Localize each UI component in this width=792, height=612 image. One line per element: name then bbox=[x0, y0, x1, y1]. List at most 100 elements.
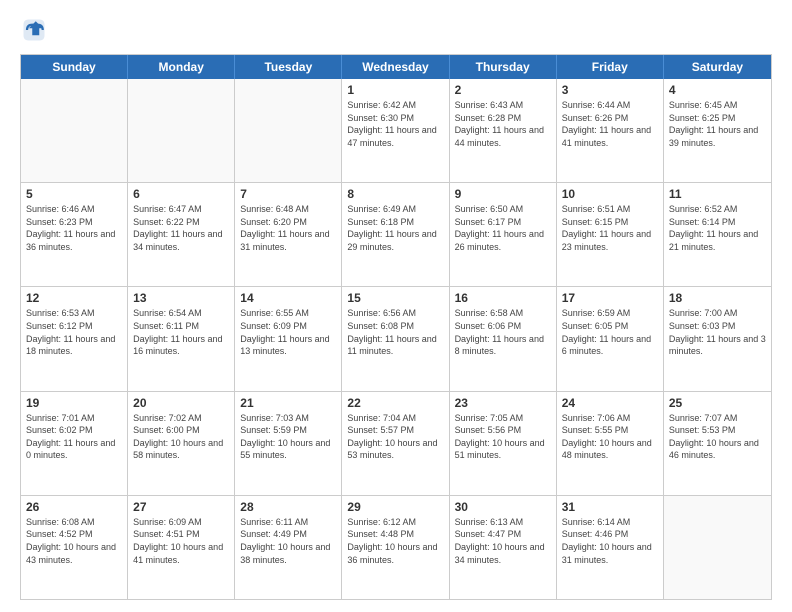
day-info: Sunrise: 6:12 AM Sunset: 4:48 PM Dayligh… bbox=[347, 516, 443, 566]
day-cell-3: 3 Sunrise: 6:44 AM Sunset: 6:26 PM Daylig… bbox=[557, 79, 664, 182]
day-cell-1: 1 Sunrise: 6:42 AM Sunset: 6:30 PM Daylig… bbox=[342, 79, 449, 182]
day-cell-23: 23Sunrise: 7:05 AM Sunset: 5:56 PM Dayli… bbox=[450, 392, 557, 495]
day-cell-31: 31 Sunrise: 6:14 AM Sunset: 4:46 PM Dayli… bbox=[557, 496, 664, 599]
day-info: Sunrise: 7:01 AM Sunset: 6:02 PM Dayligh… bbox=[26, 412, 122, 462]
day-cell-14: 14 Sunrise: 6:55 AM Sunset: 6:09 PM Dayli… bbox=[235, 287, 342, 390]
day-info: Sunrise: 6:52 AM Sunset: 6:14 PM Dayligh… bbox=[669, 203, 766, 253]
day-cell-19: 19 Sunrise: 7:01 AM Sunset: 6:02 PM Dayli… bbox=[21, 392, 128, 495]
day-cell-6: 6 Sunrise: 6:47 AM Sunset: 6:22 PM Daylig… bbox=[128, 183, 235, 286]
day-info: Sunrise: 7:03 AM Sunset: 5:59 PM Dayligh… bbox=[240, 412, 336, 462]
day-info: Sunrise: 6:55 AM Sunset: 6:09 PM Dayligh… bbox=[240, 307, 336, 357]
day-info: Sunrise: 6:44 AM Sunset: 6:26 PM Dayligh… bbox=[562, 99, 658, 149]
day-cell-11: 11Sunrise: 6:52 AM Sunset: 6:14 PM Dayli… bbox=[664, 183, 771, 286]
logo bbox=[20, 16, 52, 44]
day-info: Sunrise: 6:49 AM Sunset: 6:18 PM Dayligh… bbox=[347, 203, 443, 253]
day-cell-15: 15 Sunrise: 6:56 AM Sunset: 6:08 PM Dayli… bbox=[342, 287, 449, 390]
weekday-header-sunday: Sunday bbox=[21, 55, 128, 79]
day-cell-22: 22 Sunrise: 7:04 AM Sunset: 5:57 PM Dayli… bbox=[342, 392, 449, 495]
weekday-header-thursday: Thursday bbox=[450, 55, 557, 79]
day-info: Sunrise: 6:09 AM Sunset: 4:51 PM Dayligh… bbox=[133, 516, 229, 566]
weekday-header-friday: Friday bbox=[557, 55, 664, 79]
day-cell-empty-4-6 bbox=[664, 496, 771, 599]
day-number: 6 bbox=[133, 187, 229, 201]
day-info: Sunrise: 6:59 AM Sunset: 6:05 PM Dayligh… bbox=[562, 307, 658, 357]
weekday-header-tuesday: Tuesday bbox=[235, 55, 342, 79]
day-number: 23 bbox=[455, 396, 551, 410]
day-cell-27: 27 Sunrise: 6:09 AM Sunset: 4:51 PM Dayli… bbox=[128, 496, 235, 599]
day-info: Sunrise: 7:06 AM Sunset: 5:55 PM Dayligh… bbox=[562, 412, 658, 462]
day-number: 1 bbox=[347, 83, 443, 97]
day-number: 10 bbox=[562, 187, 658, 201]
day-info: Sunrise: 6:08 AM Sunset: 4:52 PM Dayligh… bbox=[26, 516, 122, 566]
header bbox=[20, 16, 772, 44]
day-number: 3 bbox=[562, 83, 658, 97]
day-cell-30: 30 Sunrise: 6:13 AM Sunset: 4:47 PM Dayli… bbox=[450, 496, 557, 599]
week-row-2: 5 Sunrise: 6:46 AM Sunset: 6:23 PM Daylig… bbox=[21, 183, 771, 287]
day-info: Sunrise: 6:43 AM Sunset: 6:28 PM Dayligh… bbox=[455, 99, 551, 149]
day-number: 16 bbox=[455, 291, 551, 305]
day-info: Sunrise: 7:02 AM Sunset: 6:00 PM Dayligh… bbox=[133, 412, 229, 462]
day-number: 14 bbox=[240, 291, 336, 305]
day-number: 22 bbox=[347, 396, 443, 410]
calendar-body: 1 Sunrise: 6:42 AM Sunset: 6:30 PM Daylig… bbox=[21, 79, 771, 599]
day-number: 26 bbox=[26, 500, 122, 514]
day-info: Sunrise: 6:51 AM Sunset: 6:15 PM Dayligh… bbox=[562, 203, 658, 253]
day-cell-empty-0-1 bbox=[128, 79, 235, 182]
day-number: 5 bbox=[26, 187, 122, 201]
page: SundayMondayTuesdayWednesdayThursdayFrid… bbox=[0, 0, 792, 612]
day-info: Sunrise: 6:46 AM Sunset: 6:23 PM Dayligh… bbox=[26, 203, 122, 253]
day-cell-12: 12 Sunrise: 6:53 AM Sunset: 6:12 PM Dayli… bbox=[21, 287, 128, 390]
day-info: Sunrise: 6:13 AM Sunset: 4:47 PM Dayligh… bbox=[455, 516, 551, 566]
day-number: 27 bbox=[133, 500, 229, 514]
day-cell-20: 20Sunrise: 7:02 AM Sunset: 6:00 PM Dayli… bbox=[128, 392, 235, 495]
day-number: 30 bbox=[455, 500, 551, 514]
day-info: Sunrise: 6:48 AM Sunset: 6:20 PM Dayligh… bbox=[240, 203, 336, 253]
day-number: 29 bbox=[347, 500, 443, 514]
day-cell-26: 26 Sunrise: 6:08 AM Sunset: 4:52 PM Dayli… bbox=[21, 496, 128, 599]
day-info: Sunrise: 6:14 AM Sunset: 4:46 PM Dayligh… bbox=[562, 516, 658, 566]
day-info: Sunrise: 6:47 AM Sunset: 6:22 PM Dayligh… bbox=[133, 203, 229, 253]
day-cell-25: 25 Sunrise: 7:07 AM Sunset: 5:53 PM Dayli… bbox=[664, 392, 771, 495]
logo-icon bbox=[20, 16, 48, 44]
day-number: 15 bbox=[347, 291, 443, 305]
day-cell-empty-0-2 bbox=[235, 79, 342, 182]
day-cell-2: 2Sunrise: 6:43 AM Sunset: 6:28 PM Daylig… bbox=[450, 79, 557, 182]
day-info: Sunrise: 6:50 AM Sunset: 6:17 PM Dayligh… bbox=[455, 203, 551, 253]
day-number: 7 bbox=[240, 187, 336, 201]
day-info: Sunrise: 6:11 AM Sunset: 4:49 PM Dayligh… bbox=[240, 516, 336, 566]
week-row-3: 12 Sunrise: 6:53 AM Sunset: 6:12 PM Dayli… bbox=[21, 287, 771, 391]
day-number: 9 bbox=[455, 187, 551, 201]
weekday-header-wednesday: Wednesday bbox=[342, 55, 449, 79]
day-number: 28 bbox=[240, 500, 336, 514]
day-cell-10: 10 Sunrise: 6:51 AM Sunset: 6:15 PM Dayli… bbox=[557, 183, 664, 286]
day-cell-7: 7 Sunrise: 6:48 AM Sunset: 6:20 PM Daylig… bbox=[235, 183, 342, 286]
day-number: 24 bbox=[562, 396, 658, 410]
day-number: 25 bbox=[669, 396, 766, 410]
day-info: Sunrise: 7:04 AM Sunset: 5:57 PM Dayligh… bbox=[347, 412, 443, 462]
day-cell-13: 13Sunrise: 6:54 AM Sunset: 6:11 PM Dayli… bbox=[128, 287, 235, 390]
day-number: 8 bbox=[347, 187, 443, 201]
day-number: 18 bbox=[669, 291, 766, 305]
day-cell-16: 16Sunrise: 6:58 AM Sunset: 6:06 PM Dayli… bbox=[450, 287, 557, 390]
day-number: 4 bbox=[669, 83, 766, 97]
day-info: Sunrise: 7:07 AM Sunset: 5:53 PM Dayligh… bbox=[669, 412, 766, 462]
week-row-1: 1 Sunrise: 6:42 AM Sunset: 6:30 PM Daylig… bbox=[21, 79, 771, 183]
day-number: 13 bbox=[133, 291, 229, 305]
day-number: 31 bbox=[562, 500, 658, 514]
calendar-header: SundayMondayTuesdayWednesdayThursdayFrid… bbox=[21, 55, 771, 79]
day-cell-5: 5 Sunrise: 6:46 AM Sunset: 6:23 PM Daylig… bbox=[21, 183, 128, 286]
week-row-5: 26 Sunrise: 6:08 AM Sunset: 4:52 PM Dayli… bbox=[21, 496, 771, 599]
day-number: 19 bbox=[26, 396, 122, 410]
day-cell-8: 8 Sunrise: 6:49 AM Sunset: 6:18 PM Daylig… bbox=[342, 183, 449, 286]
day-info: Sunrise: 6:53 AM Sunset: 6:12 PM Dayligh… bbox=[26, 307, 122, 357]
day-number: 21 bbox=[240, 396, 336, 410]
day-cell-21: 21 Sunrise: 7:03 AM Sunset: 5:59 PM Dayli… bbox=[235, 392, 342, 495]
day-number: 12 bbox=[26, 291, 122, 305]
week-row-4: 19 Sunrise: 7:01 AM Sunset: 6:02 PM Dayli… bbox=[21, 392, 771, 496]
day-cell-empty-0-0 bbox=[21, 79, 128, 182]
day-cell-4: 4Sunrise: 6:45 AM Sunset: 6:25 PM Daylig… bbox=[664, 79, 771, 182]
day-info: Sunrise: 6:56 AM Sunset: 6:08 PM Dayligh… bbox=[347, 307, 443, 357]
day-cell-29: 29 Sunrise: 6:12 AM Sunset: 4:48 PM Dayli… bbox=[342, 496, 449, 599]
day-info: Sunrise: 6:42 AM Sunset: 6:30 PM Dayligh… bbox=[347, 99, 443, 149]
day-cell-28: 28 Sunrise: 6:11 AM Sunset: 4:49 PM Dayli… bbox=[235, 496, 342, 599]
